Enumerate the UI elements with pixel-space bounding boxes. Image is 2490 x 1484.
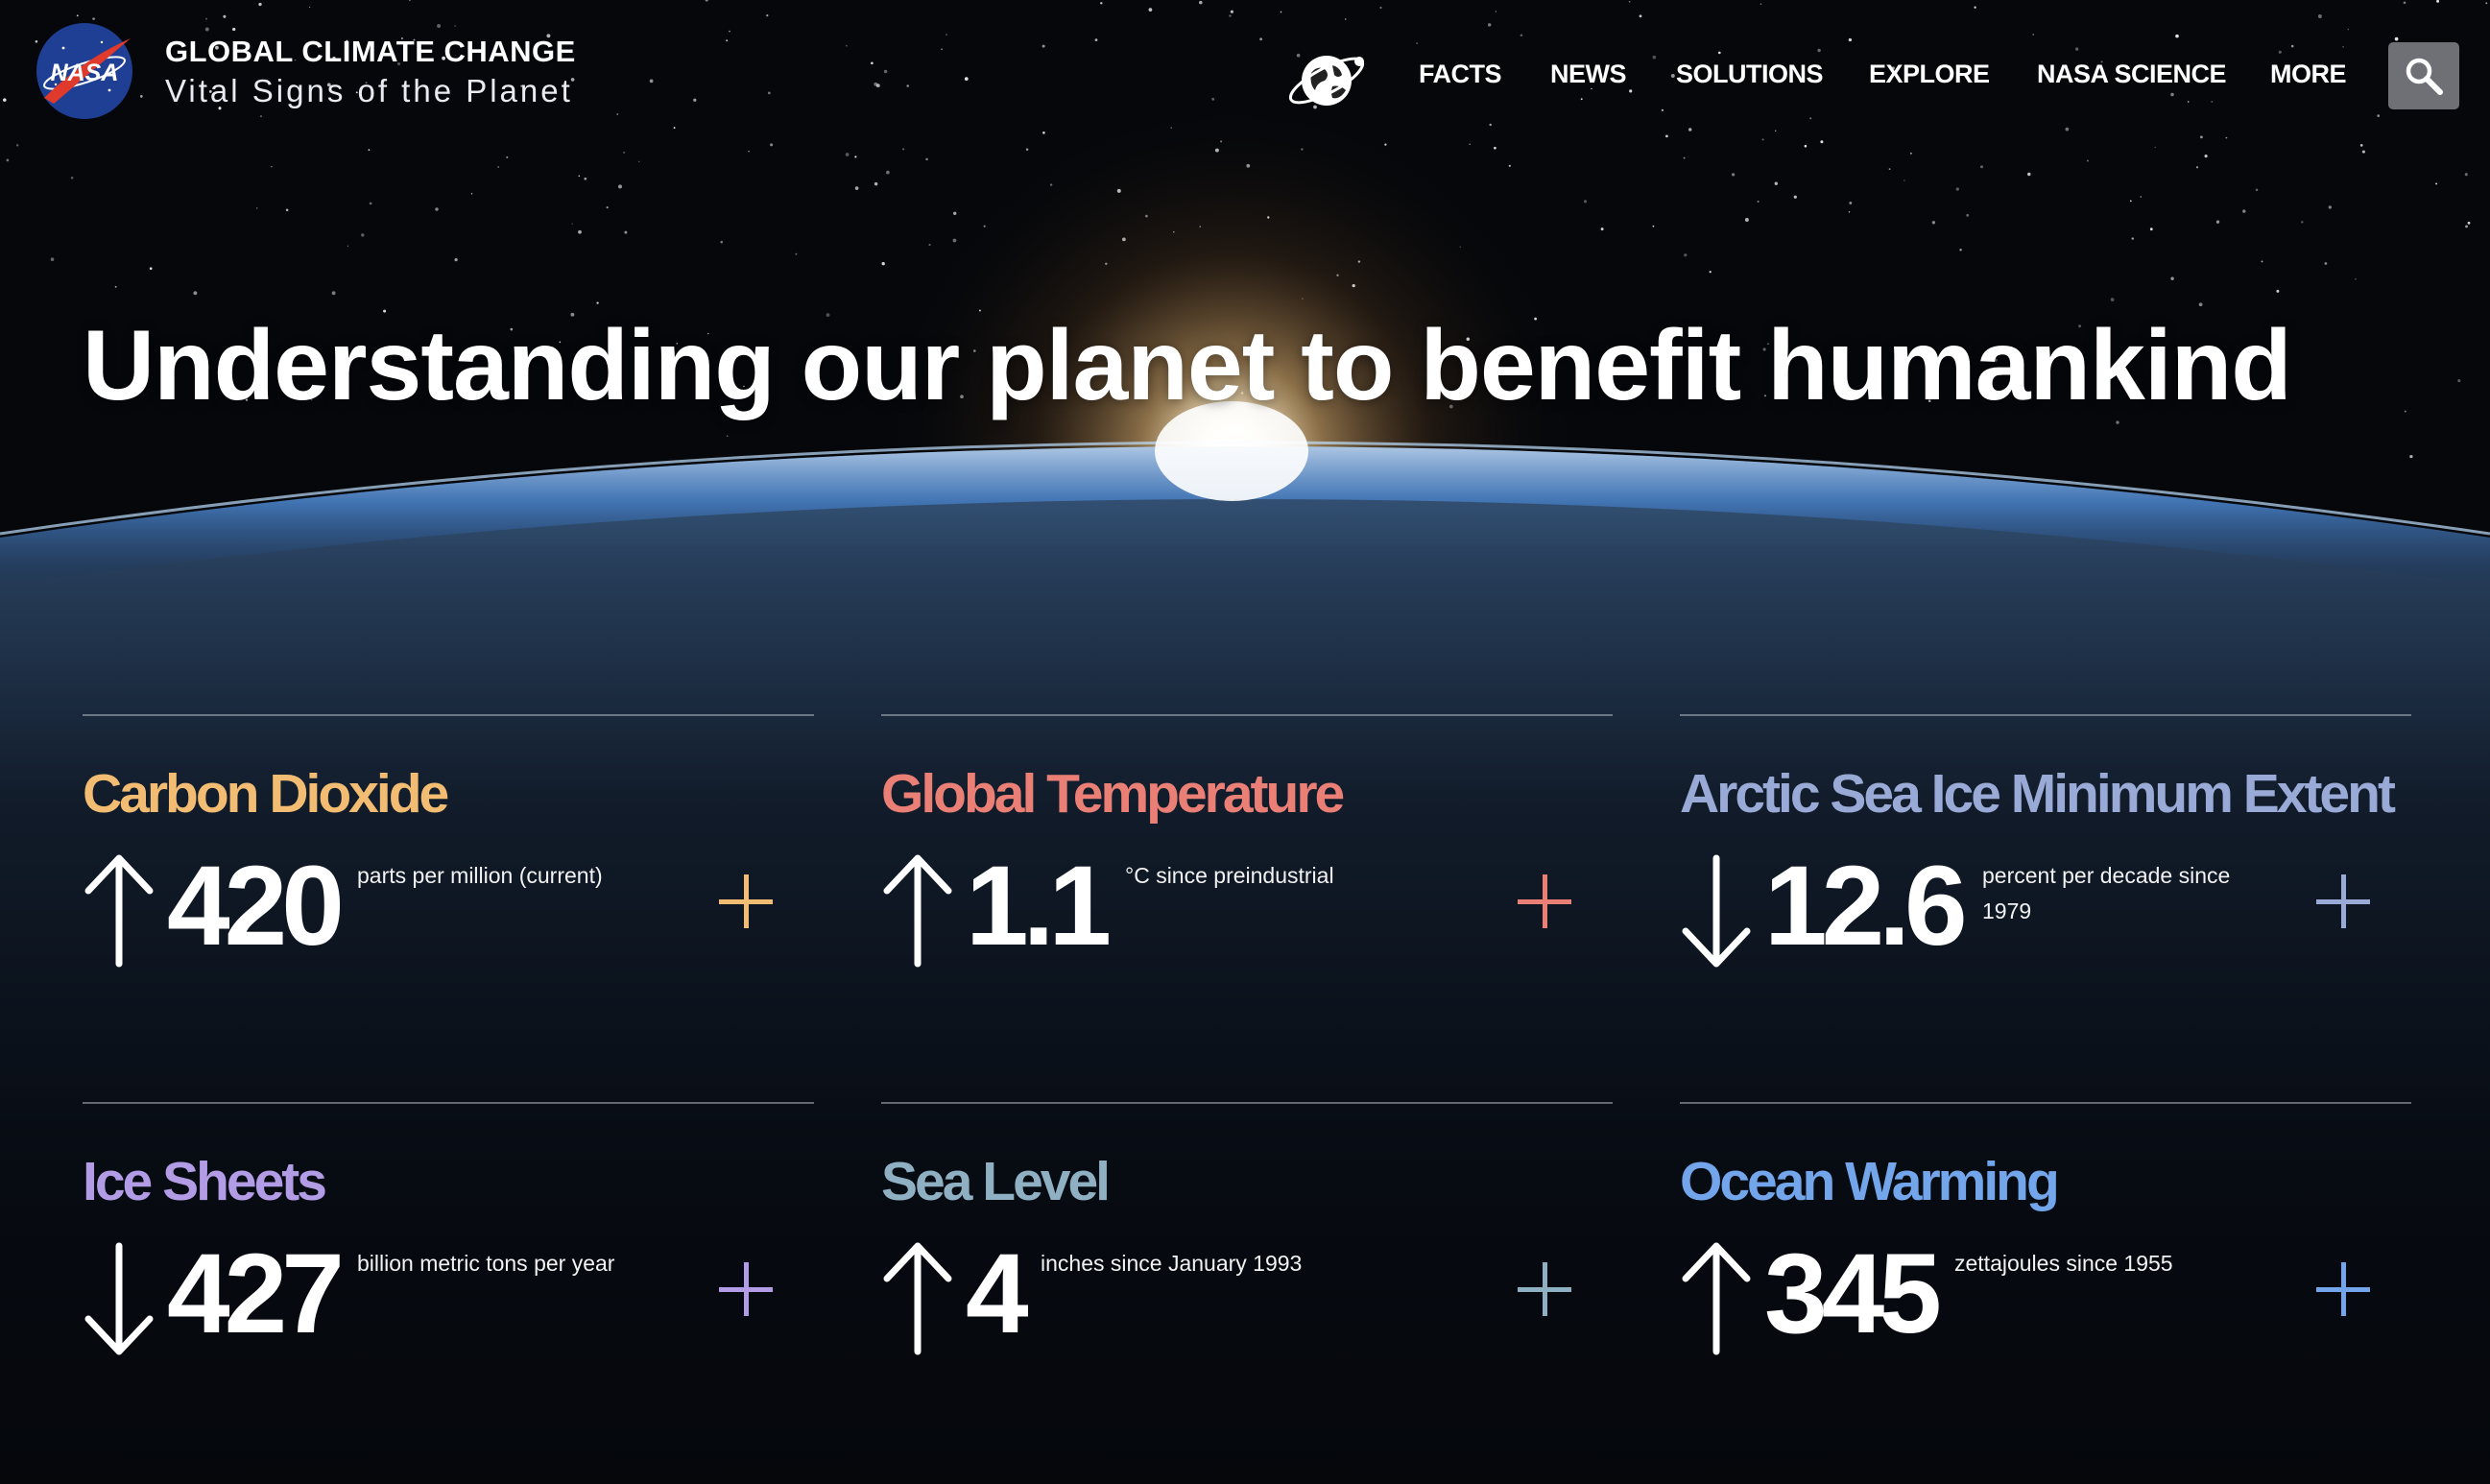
arrow-up-icon — [84, 854, 154, 968]
svg-text:NASA: NASA — [51, 60, 119, 86]
expand-plus-icon[interactable] — [719, 874, 773, 928]
hero-title: Understanding our planet to benefit huma… — [83, 310, 2292, 421]
vital-sign-card-carbon-dioxide[interactable]: Carbon Dioxide 420 parts per million (curr… — [83, 714, 814, 1033]
search-icon — [2406, 58, 2443, 95]
vital-sign-unit: parts per million (current) — [357, 863, 603, 888]
site-title-link[interactable]: GLOBAL CLIMATE CHANGE Vital Signs of the… — [165, 33, 576, 111]
vital-sign-unit: billion metric tons per year — [357, 1251, 615, 1276]
arrow-down-icon — [1682, 854, 1751, 968]
nav-facts[interactable]: FACTS — [1419, 60, 1502, 89]
search-button[interactable] — [2388, 42, 2459, 109]
nav-nasa-science[interactable]: NASA SCIENCE — [2037, 60, 2227, 89]
expand-plus-icon[interactable] — [1518, 874, 1571, 928]
globe-orbit-icon[interactable] — [1282, 36, 1371, 125]
expand-plus-icon[interactable] — [2316, 874, 2370, 928]
vital-sign-name: Carbon Dioxide — [83, 763, 449, 825]
vital-sign-value: 4 — [966, 1231, 1029, 1357]
vital-sign-name: Ocean Warming — [1680, 1151, 2060, 1212]
vital-sign-unit: inches since January 1993 — [1041, 1251, 1303, 1276]
expand-plus-icon[interactable] — [2316, 1262, 2370, 1316]
site-subtitle: Vital Signs of the Planet — [165, 73, 573, 108]
nav-explore[interactable]: EXPLORE — [1869, 60, 1990, 89]
vital-sign-card-ice-sheets[interactable]: Ice Sheets 427 billion metric tons per yea… — [83, 1102, 814, 1421]
vital-sign-name: Sea Level — [881, 1151, 1111, 1212]
vital-sign-value: 420 — [167, 843, 345, 969]
arrow-up-icon — [1682, 1242, 1751, 1355]
expand-plus-icon[interactable] — [1518, 1262, 1571, 1316]
vital-sign-card-arctic-sea-ice[interactable]: Arctic Sea Ice Minimum Extent 12.6 percent… — [1680, 714, 2411, 1033]
expand-plus-icon[interactable] — [719, 1262, 773, 1316]
nasa-meatball-icon: NASA — [36, 23, 132, 119]
vital-sign-card-ocean-warming[interactable]: Ocean Warming 345 zettajoules since 1955 — [1680, 1102, 2411, 1421]
nav-solutions[interactable]: SOLUTIONS — [1676, 60, 1824, 89]
vital-sign-value: 1.1 — [966, 843, 1112, 969]
vital-sign-name: Global Temperature — [881, 763, 1345, 825]
arrow-up-icon — [883, 854, 952, 968]
nasa-logo-link[interactable]: NASA — [35, 21, 134, 121]
vital-sign-value: 427 — [167, 1231, 345, 1357]
vital-sign-value: 12.6 — [1764, 843, 1968, 969]
vital-sign-name: Ice Sheets — [83, 1151, 327, 1212]
site-title: GLOBAL CLIMATE CHANGE — [165, 35, 576, 68]
vital-sign-name: Arctic Sea Ice Minimum Extent — [1680, 763, 2396, 825]
arrow-up-icon — [883, 1242, 952, 1355]
vital-sign-unit: percent per decade since 1979 — [1982, 863, 2231, 923]
vital-sign-unit: zettajoules since 1955 — [1954, 1251, 2173, 1276]
site-header: NASA GLOBAL CLIMATE CHANGE Vital Signs o… — [0, 0, 2490, 144]
vital-sign-card-global-temperature[interactable]: Global Temperature 1.1 °C since preindustr… — [881, 714, 1613, 1033]
nav-more[interactable]: MORE — [2270, 60, 2347, 89]
arrow-down-icon — [84, 1242, 154, 1355]
vital-sign-value: 345 — [1764, 1231, 1942, 1357]
nav-news[interactable]: NEWS — [1550, 60, 1627, 89]
vital-sign-unit: °C since preindustrial — [1125, 863, 1334, 888]
vital-sign-card-sea-level[interactable]: Sea Level 4 inches since January 1993 — [881, 1102, 1613, 1421]
